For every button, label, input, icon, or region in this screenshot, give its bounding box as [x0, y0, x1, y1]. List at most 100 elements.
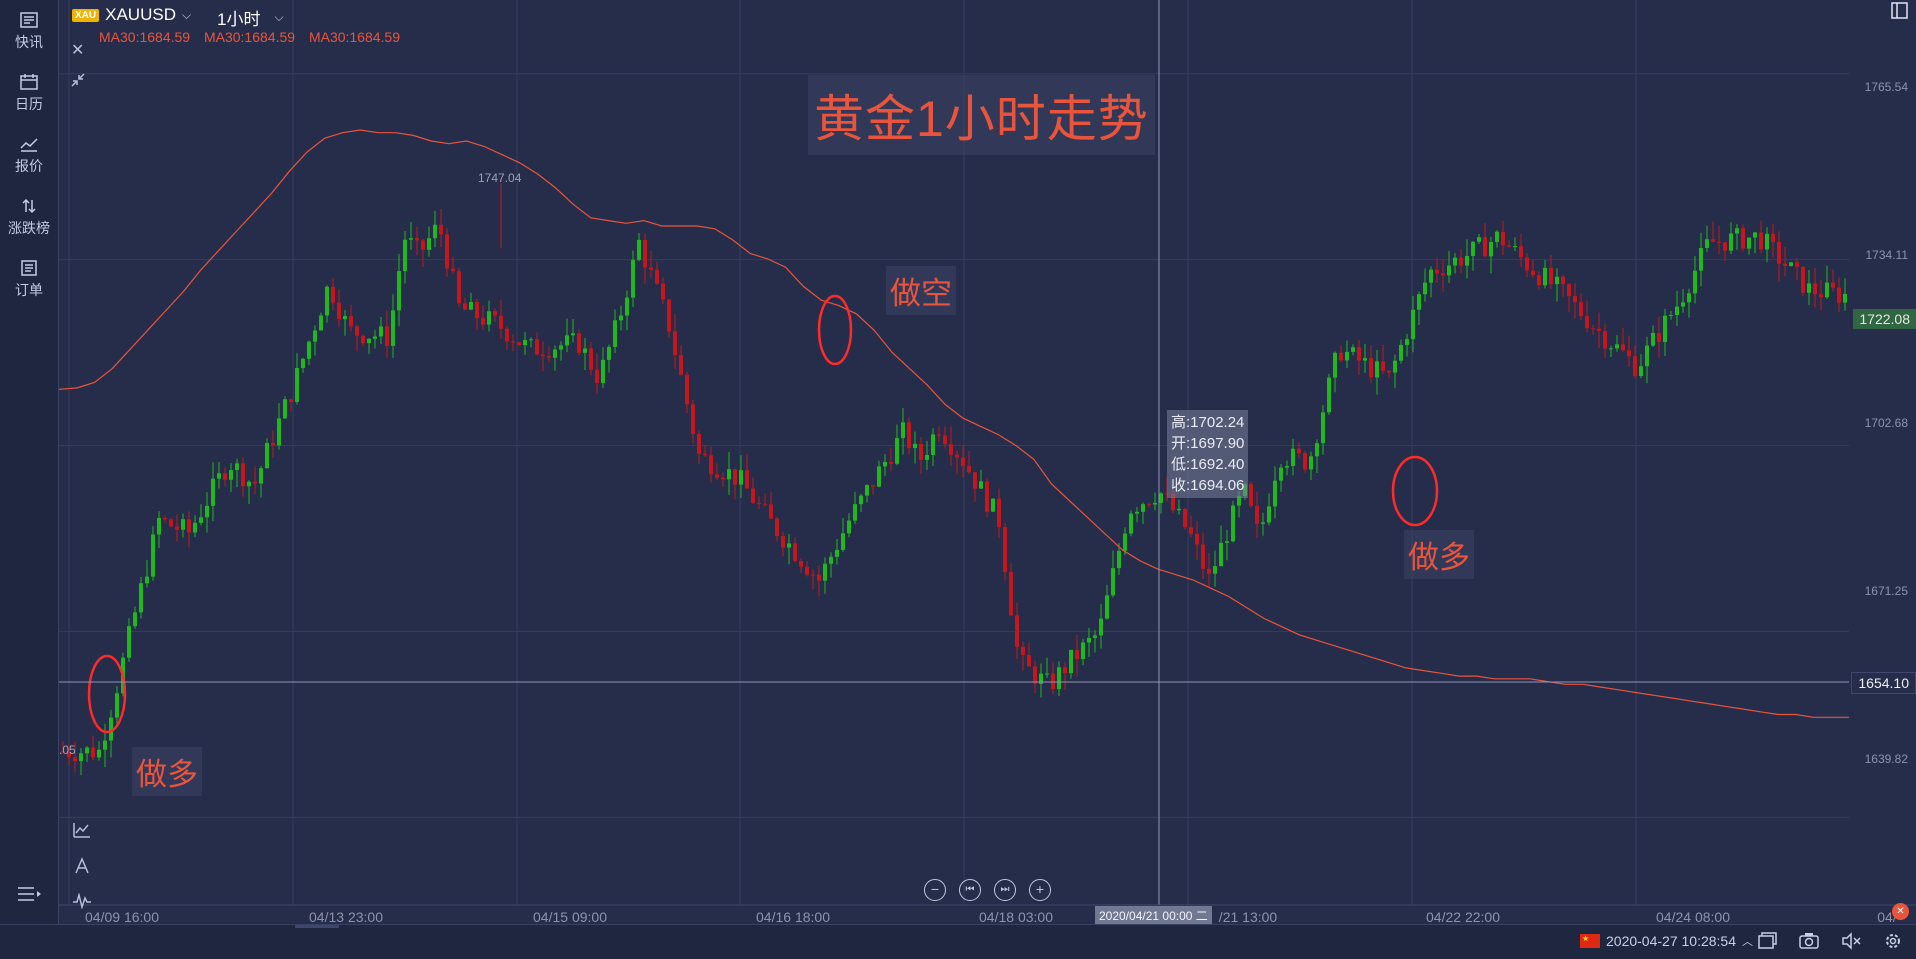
sidebar-item-ranking[interactable]: 涨跌榜 — [0, 198, 58, 238]
candle-up — [1675, 306, 1679, 316]
candle-down — [1783, 263, 1787, 267]
candle-down — [361, 335, 365, 344]
scroll-start-button[interactable]: ⏮ — [959, 879, 981, 901]
candle-up — [1315, 443, 1319, 457]
ma-legend: MA30:1684.59 MA30:1684.59 MA30:1684.59 — [99, 29, 410, 45]
candle-down — [577, 333, 581, 353]
period-selector[interactable]: 1小时 ⌵ — [217, 5, 284, 30]
candle-up — [1411, 309, 1415, 340]
price-tick: 1671.25 — [1864, 584, 1908, 598]
candle-up — [1699, 247, 1703, 271]
candle-down — [457, 271, 461, 304]
candle-down — [679, 354, 683, 375]
candle-up — [325, 286, 329, 316]
candle-down — [1015, 615, 1019, 647]
candle-down — [1837, 287, 1841, 303]
zoom-out-button[interactable]: − — [924, 879, 946, 901]
candle-down — [253, 481, 257, 484]
candle-up — [1375, 361, 1379, 378]
candle-up — [1615, 344, 1619, 349]
time-tick: /21 13:00 — [1218, 909, 1278, 925]
panel-toggle-icon[interactable] — [1891, 2, 1909, 25]
ranking-icon — [22, 198, 36, 214]
draw-tool-icon[interactable] — [74, 857, 90, 880]
symbol-selector[interactable]: XAU XAUUSD ⌵ — [72, 5, 191, 25]
time-tick: 04/24 08:00 — [1656, 909, 1730, 925]
scroll-end-button[interactable]: ⏭ — [994, 879, 1016, 901]
camera-icon[interactable] — [1799, 932, 1819, 955]
candle-up — [565, 335, 569, 346]
candle-down — [889, 462, 893, 464]
candle-down — [1813, 283, 1817, 295]
sidebar-item-news[interactable]: 快讯 — [0, 12, 58, 52]
candle-up — [859, 495, 863, 505]
settings-icon[interactable] — [1884, 932, 1902, 955]
candle-up — [925, 454, 929, 460]
calendar-icon — [20, 74, 38, 90]
candle-down — [1201, 544, 1205, 569]
candle-down — [1519, 246, 1523, 258]
candle-up — [1753, 232, 1757, 238]
candle-up — [823, 563, 827, 581]
candle-up — [409, 238, 413, 240]
candle-down — [415, 238, 419, 241]
sidebar-item-quote[interactable]: 报价 — [0, 136, 58, 176]
candle-down — [1255, 505, 1259, 524]
candle-up — [1291, 448, 1295, 467]
candle-down — [1741, 228, 1745, 249]
candle-up — [1399, 344, 1403, 361]
candle-down — [1633, 356, 1637, 377]
candle-down — [445, 234, 449, 269]
candle-up — [1279, 467, 1283, 481]
candle-up — [1663, 315, 1667, 343]
candle-down — [331, 286, 335, 303]
sidebar-item-label: 日历 — [15, 96, 43, 112]
candle-down — [721, 477, 725, 480]
ma30-line — [59, 129, 1849, 718]
candle-up — [1093, 635, 1097, 638]
candle-down — [223, 473, 227, 480]
candle-up — [1651, 332, 1655, 346]
candle-down — [871, 485, 875, 487]
candle-down — [1207, 568, 1211, 574]
candle-down — [709, 455, 713, 475]
candle-down — [289, 399, 293, 402]
chevron-down-icon: ⌵ — [274, 10, 284, 24]
clock[interactable]: 2020-04-27 10:28:54 ︿ — [1580, 933, 1753, 949]
candle-up — [469, 302, 473, 310]
candle-up — [301, 358, 305, 369]
candle-up — [835, 549, 839, 557]
candle-up — [127, 626, 131, 658]
sidebar-item-order[interactable]: 订单 — [0, 260, 58, 300]
candle-up — [1693, 270, 1697, 294]
close-icon[interactable]: ✕ — [1892, 903, 1909, 920]
menu-button[interactable] — [0, 886, 58, 902]
candle-down — [511, 341, 515, 343]
candle-up — [85, 747, 89, 754]
candle-down — [649, 267, 653, 270]
indicator-icon[interactable] — [73, 822, 91, 843]
candle-down — [241, 463, 245, 487]
candle-up — [217, 473, 221, 479]
menu-icon — [18, 887, 41, 901]
candle-up — [1705, 239, 1709, 248]
candle-down — [1801, 266, 1805, 293]
candle-down — [967, 466, 971, 473]
candle-down — [1387, 370, 1391, 373]
candle-up — [295, 368, 299, 402]
mute-icon[interactable] — [1841, 932, 1861, 955]
candle-up — [1807, 283, 1811, 293]
candle-up — [1225, 541, 1229, 543]
sidebar-item-calendar[interactable]: 日历 — [0, 74, 58, 114]
layout-icon[interactable] — [1757, 932, 1777, 955]
order-icon — [21, 260, 37, 276]
close-icon[interactable]: ✕ — [71, 40, 84, 60]
zoom-in-button[interactable]: + — [1029, 879, 1051, 901]
candle-down — [919, 443, 923, 460]
ma-label: MA30:1684.59 — [308, 29, 401, 45]
candle-up — [1159, 493, 1163, 503]
candle-up — [1351, 347, 1355, 352]
candle-up — [1231, 505, 1235, 542]
candle-up — [1087, 637, 1091, 643]
collapse-icon[interactable] — [70, 72, 86, 93]
